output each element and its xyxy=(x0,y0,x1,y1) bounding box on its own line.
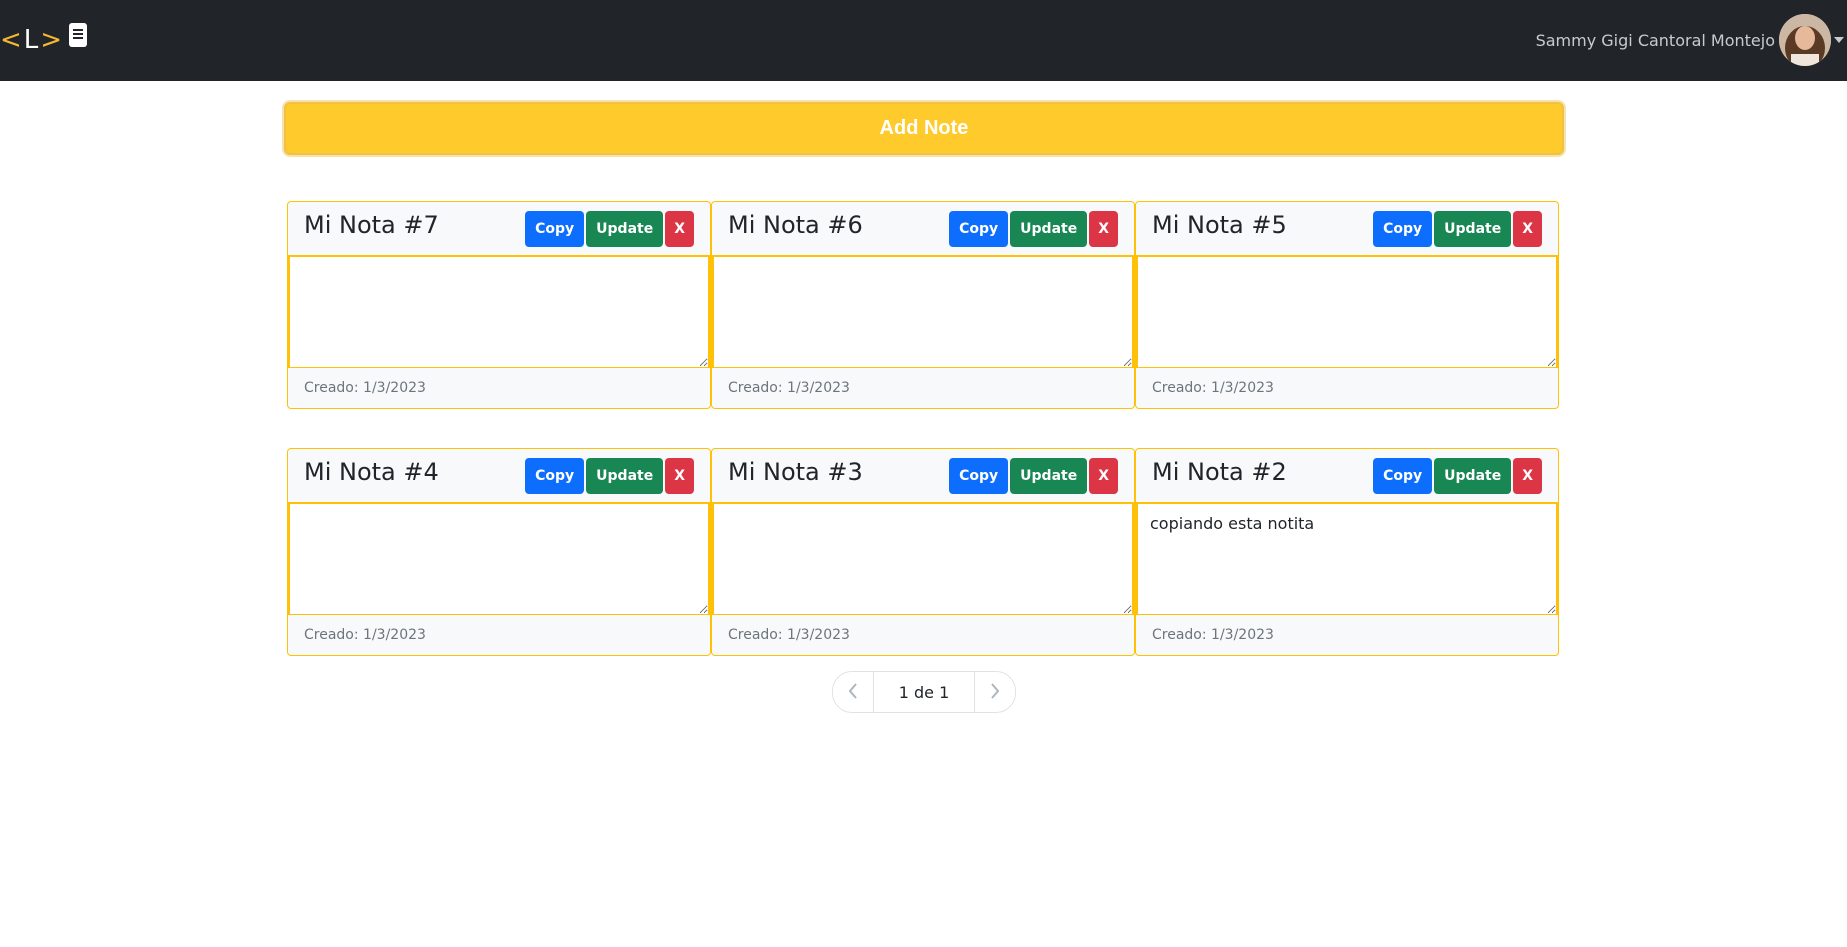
note-actions: Copy Update X xyxy=(949,457,1118,494)
note-content-input[interactable] xyxy=(712,503,1134,615)
note-title: Mi Nota #2 xyxy=(1152,457,1287,486)
notes-row: Mi Nota #4 Copy Update X Creado: 1/3/202… xyxy=(287,448,1561,657)
note-header: Mi Nota #2 Copy Update X xyxy=(1136,449,1558,503)
update-button[interactable]: Update xyxy=(586,210,664,247)
brand-logo[interactable]: < L > xyxy=(0,22,88,58)
copy-button[interactable]: Copy xyxy=(949,210,1009,247)
note-content-input[interactable] xyxy=(288,256,710,368)
note-card: Mi Nota #7 Copy Update X Creado: 1/3/202… xyxy=(287,201,711,409)
navbar: < L > Sammy Gigi Cantoral Montejo xyxy=(0,0,1847,81)
note-created-date: Creado: 1/3/2023 xyxy=(304,380,426,396)
note-content-input[interactable] xyxy=(288,503,710,615)
note-card: Mi Nota #4 Copy Update X Creado: 1/3/202… xyxy=(287,448,711,656)
pagination: 1 de 1 xyxy=(832,671,1016,713)
note-content-input[interactable] xyxy=(1136,256,1558,368)
note-actions: Copy Update X xyxy=(1373,457,1542,494)
note-created-date: Creado: 1/3/2023 xyxy=(304,627,426,643)
update-button[interactable]: Update xyxy=(1434,457,1512,494)
note-created-date: Creado: 1/3/2023 xyxy=(1152,380,1274,396)
chevron-right-icon xyxy=(990,682,1000,702)
note-actions: Copy Update X xyxy=(1373,210,1542,247)
copy-button[interactable]: Copy xyxy=(1373,457,1433,494)
brand-gt: > xyxy=(40,25,63,55)
add-note-button[interactable]: Add Note xyxy=(284,102,1564,155)
update-button[interactable]: Update xyxy=(1434,210,1512,247)
note-actions: Copy Update X xyxy=(525,210,694,247)
book-icon xyxy=(68,22,88,58)
copy-button[interactable]: Copy xyxy=(949,457,1009,494)
user-name: Sammy Gigi Cantoral Montejo xyxy=(1535,30,1775,50)
note-content-input[interactable] xyxy=(712,256,1134,368)
delete-button[interactable]: X xyxy=(665,210,694,247)
chevron-left-icon xyxy=(848,682,858,702)
copy-button[interactable]: Copy xyxy=(525,457,585,494)
note-actions: Copy Update X xyxy=(525,457,694,494)
note-title: Mi Nota #5 xyxy=(1152,210,1287,239)
update-button[interactable]: Update xyxy=(1010,210,1088,247)
note-header: Mi Nota #6 Copy Update X xyxy=(712,202,1134,256)
brand-letter: L xyxy=(23,25,39,55)
note-content-input[interactable]: copiando esta notita xyxy=(1136,503,1558,615)
update-button[interactable]: Update xyxy=(586,457,664,494)
note-title: Mi Nota #4 xyxy=(304,457,439,486)
delete-button[interactable]: X xyxy=(1513,457,1542,494)
copy-button[interactable]: Copy xyxy=(1373,210,1433,247)
prev-page-button[interactable] xyxy=(833,672,873,712)
note-card: Mi Nota #3 Copy Update X Creado: 1/3/202… xyxy=(711,448,1135,656)
note-created-date: Creado: 1/3/2023 xyxy=(728,380,850,396)
note-header: Mi Nota #3 Copy Update X xyxy=(712,449,1134,503)
copy-button[interactable]: Copy xyxy=(525,210,585,247)
note-created-date: Creado: 1/3/2023 xyxy=(728,627,850,643)
delete-button[interactable]: X xyxy=(1089,457,1118,494)
page-indicator: 1 de 1 xyxy=(873,672,975,712)
delete-button[interactable]: X xyxy=(1513,210,1542,247)
user-menu[interactable]: Sammy Gigi Cantoral Montejo xyxy=(1536,14,1847,66)
next-page-button[interactable] xyxy=(975,672,1015,712)
delete-button[interactable]: X xyxy=(665,457,694,494)
update-button[interactable]: Update xyxy=(1010,457,1088,494)
note-title: Mi Nota #6 xyxy=(728,210,863,239)
notes-row: Mi Nota #7 Copy Update X Creado: 1/3/202… xyxy=(287,201,1561,410)
brand-lt: < xyxy=(0,25,22,55)
note-title: Mi Nota #3 xyxy=(728,457,863,486)
note-actions: Copy Update X xyxy=(949,210,1118,247)
note-card: Mi Nota #6 Copy Update X Creado: 1/3/202… xyxy=(711,201,1135,409)
note-header: Mi Nota #4 Copy Update X xyxy=(288,449,710,503)
delete-button[interactable]: X xyxy=(1089,210,1118,247)
note-header: Mi Nota #7 Copy Update X xyxy=(288,202,710,256)
note-created-date: Creado: 1/3/2023 xyxy=(1152,627,1274,643)
caret-down-icon[interactable] xyxy=(1831,30,1847,50)
note-card: Mi Nota #5 Copy Update X Creado: 1/3/202… xyxy=(1135,201,1559,409)
note-header: Mi Nota #5 Copy Update X xyxy=(1136,202,1558,256)
notes-grid: Mi Nota #7 Copy Update X Creado: 1/3/202… xyxy=(287,201,1561,695)
avatar[interactable] xyxy=(1779,14,1831,66)
note-title: Mi Nota #7 xyxy=(304,210,439,239)
note-card: Mi Nota #2 Copy Update X copiando esta n… xyxy=(1135,448,1559,656)
